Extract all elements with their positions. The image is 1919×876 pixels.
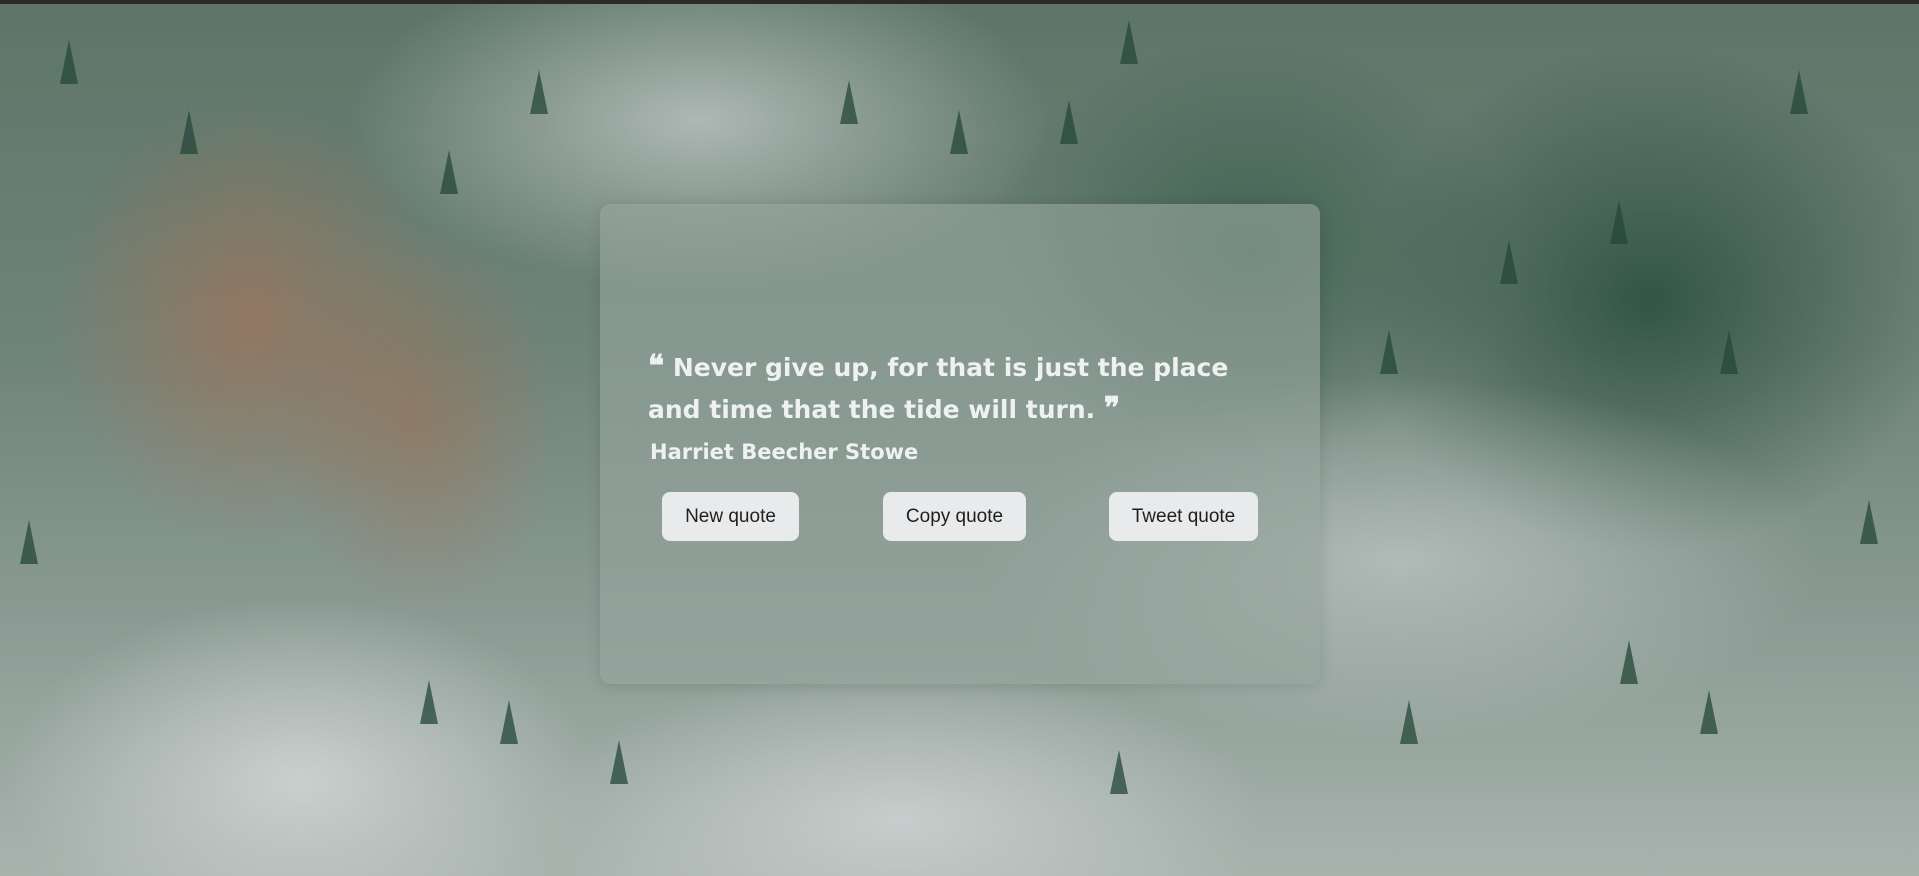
tree	[1400, 700, 1418, 744]
tree	[950, 110, 968, 154]
tree	[1610, 200, 1628, 244]
new-quote-button[interactable]: New quote	[662, 492, 799, 541]
copy-quote-button[interactable]: Copy quote	[883, 492, 1026, 541]
tree	[1620, 640, 1638, 684]
tree	[1120, 20, 1138, 64]
window-top-bar	[0, 0, 1919, 4]
tree	[840, 80, 858, 124]
tree	[1060, 100, 1078, 144]
tree	[1860, 500, 1878, 544]
quote-text: Never give up, for that is just the plac…	[648, 353, 1229, 424]
tweet-quote-button[interactable]: Tweet quote	[1109, 492, 1258, 541]
tree	[1790, 70, 1808, 114]
tree	[1500, 240, 1518, 284]
tree	[530, 70, 548, 114]
tree	[440, 150, 458, 194]
open-quote-icon: ❝	[648, 349, 665, 384]
tree	[420, 680, 438, 724]
tree	[180, 110, 198, 154]
tree	[1380, 330, 1398, 374]
tree	[1720, 330, 1738, 374]
tree	[20, 520, 38, 564]
tree	[500, 700, 518, 744]
tree	[610, 740, 628, 784]
quote-author: Harriet Beecher Stowe	[650, 440, 919, 464]
tree	[1700, 690, 1718, 734]
tree	[1110, 750, 1128, 794]
quote-card: ❝ Never give up, for that is just the pl…	[600, 204, 1320, 684]
tree	[60, 40, 78, 84]
close-quote-icon: ❞	[1103, 391, 1121, 426]
quote-text-block: ❝ Never give up, for that is just the pl…	[648, 346, 1248, 430]
